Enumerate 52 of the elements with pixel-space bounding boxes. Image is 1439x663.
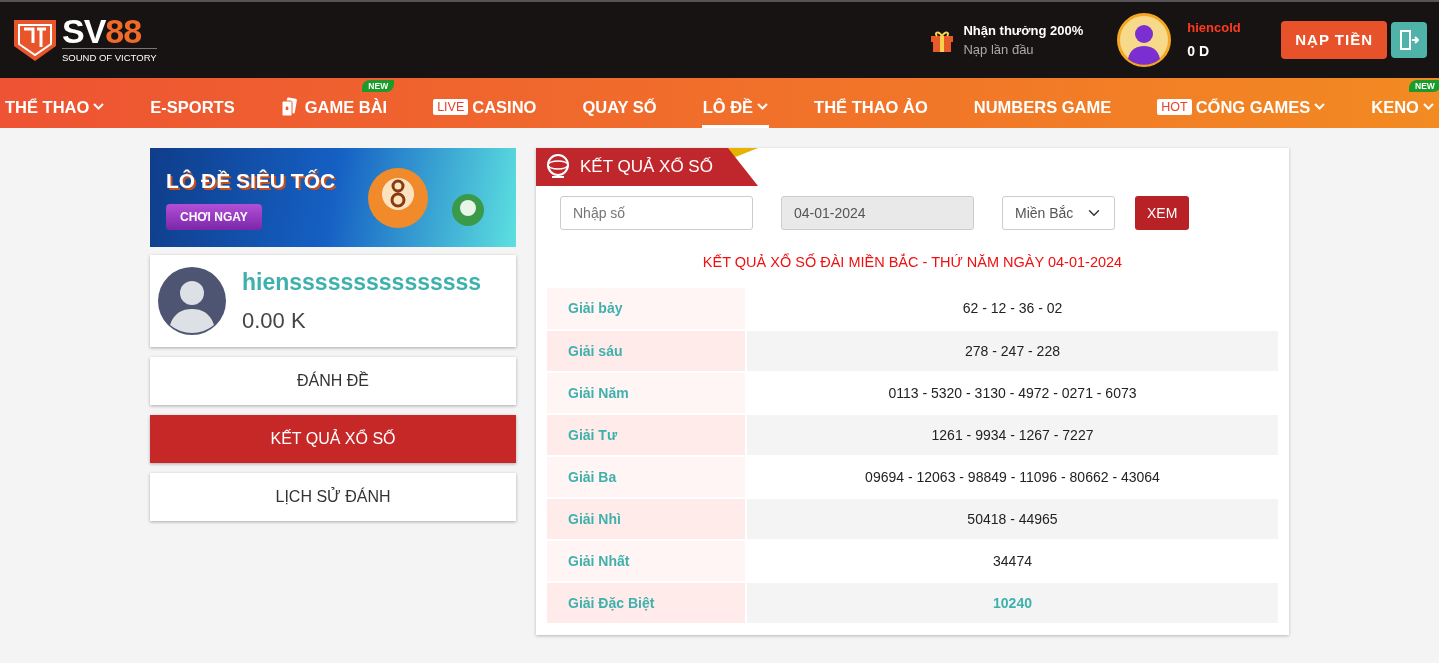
logout-icon [1399,29,1419,51]
results-heading: KẾT QUẢ XỔ SỐ ĐÀI MIỀN BẮC - THỨ NĂM NGÀY 04-01-2024 [702,254,1123,270]
date-input-field[interactable]: 04-01-2024 [781,196,974,230]
prize-label-cell: Giải Ba [547,456,746,498]
account-balance: 0 D [1187,42,1211,62]
prize-numbers-cell: 10240 [746,582,1278,624]
nav-tab[interactable]: E-SPORTS [149,92,236,128]
nav-tab[interactable]: KENO [1370,92,1435,128]
banner-title: LÔ ĐỀ SIÊU TỐC [166,167,336,194]
avatar-placeholder-icon [158,267,226,335]
sidebar-menu-item[interactable]: ĐÁNH ĐỀ [150,357,516,405]
promo-title: Nhận thưởng 200% [963,21,1084,40]
view-button[interactable]: XEM [1135,196,1190,230]
nav-tab[interactable]: HOT CỔNG GAMES [1156,92,1327,128]
nav-tab[interactable]: GAME BÀI [279,92,389,128]
number-input-field[interactable]: Nhập số [560,196,753,230]
promo-subtitle: Nạp lần đầu [963,41,1035,59]
avatar-icon[interactable] [1117,13,1172,67]
logout-button[interactable] [1391,22,1427,58]
nav-tab[interactable]: LÔ ĐỀ [701,92,770,128]
nav-tab[interactable]: THỂ THAO ẢO [813,92,929,128]
nav-tab[interactable]: THỂ THAO [4,92,106,128]
new-badge: NEW [362,80,395,93]
prize-label-cell: Giải bảy [547,288,746,330]
section-title: KẾT QUẢ XỔ SỐ [580,156,713,179]
nav-tab[interactable]: NUMBERS GAME [972,92,1113,128]
profile-name: hiensssssssssssssss [242,268,482,298]
prize-numbers-cell: 278 - 247 - 228 [746,330,1278,372]
profile-balance: 0.00 K [242,306,307,335]
nav-tab[interactable]: QUAY SỐ [581,92,658,128]
sidebar-menu-item[interactable]: LỊCH SỬ ĐÁNH [150,473,516,521]
new-badge: NEW [1409,80,1439,93]
lottery-globe-icon [544,153,572,181]
prize-numbers-cell: 1261 - 9934 - 1267 - 7227 [746,414,1278,456]
promo-banner[interactable]: LÔ ĐỀ SIÊU TỐC CHƠI NGAY [150,148,516,247]
prize-label-cell: Giải Năm [547,372,746,414]
username: hiencold [1187,18,1242,37]
prize-label-cell: Giải Đặc Biệt [547,582,746,624]
brand-logo-text: SV88 [62,14,143,49]
play-now-button[interactable]: CHƠI NGAY [166,204,262,231]
prize-label-cell: Giải Nhì [547,498,746,540]
shield-logo-icon [12,17,58,63]
deposit-button[interactable]: NẠP TIỀN [1281,20,1387,60]
prize-numbers-cell: 50418 - 44965 [746,498,1278,540]
nav-tab[interactable]: LIVE CASINO [432,92,538,128]
prize-label-cell: Giải Tư [547,414,746,456]
prize-label-cell: Giải sáu [547,330,746,372]
prize-label-cell: Giải Nhất [547,540,746,582]
region-select[interactable]: Miền Bắc [1002,196,1115,230]
playing-cards-icon [280,97,297,117]
brand-tagline: SOUND OF VICTORY [62,48,157,66]
sidebar-menu-item[interactable]: KẾT QUẢ XỔ SỐ [150,415,516,463]
